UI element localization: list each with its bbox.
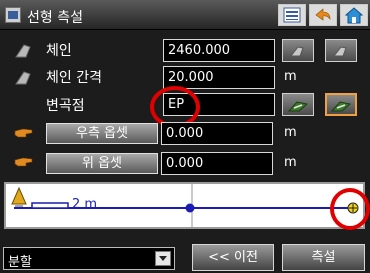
chain-interval-unit: m: [284, 69, 297, 84]
survey-pole-icon: [289, 45, 304, 56]
point-prev-button[interactable]: [282, 93, 314, 116]
survey-pole-icon: [332, 45, 347, 56]
pointing-hand-icon: [14, 154, 34, 170]
back-arrow-icon: [315, 8, 331, 21]
division-select-value: 분할: [8, 255, 32, 270]
app-icon: [5, 7, 21, 23]
chain-label: 체인: [46, 43, 72, 59]
dropdown-arrow-icon[interactable]: [155, 251, 171, 266]
up-offset-unit: m: [284, 155, 297, 170]
list-icon: [283, 7, 301, 23]
chain-interval-label: 체인 간격: [46, 70, 102, 86]
inflection-point-label: 변곡점: [46, 98, 85, 114]
road-icon: [331, 100, 351, 111]
scale-bar: [31, 202, 69, 209]
chain-decrement-button[interactable]: [282, 39, 314, 62]
station-point: [185, 203, 195, 213]
pointing-hand-icon: [14, 125, 34, 141]
road-icon: [288, 100, 308, 111]
survey-pole-icon: [14, 70, 34, 86]
inflection-point-field[interactable]: EP: [163, 93, 275, 116]
home-button[interactable]: [340, 4, 368, 26]
chain-field[interactable]: 2460.000: [163, 39, 275, 62]
division-select[interactable]: 분할: [3, 247, 175, 270]
up-offset-field[interactable]: 0.000: [161, 152, 273, 175]
survey-pole-icon: [14, 43, 34, 59]
title-bar: 선형 측설: [0, 0, 370, 30]
scale-label: 2 m: [72, 197, 98, 212]
right-offset-button[interactable]: 우측 옵셋: [46, 123, 158, 144]
up-offset-button[interactable]: 위 옵셋: [46, 153, 158, 174]
right-offset-field[interactable]: 0.000: [161, 122, 273, 145]
alignment-diagram[interactable]: 2 m: [4, 182, 365, 229]
window-title: 선형 측설: [27, 10, 83, 26]
position-marker-icon: [11, 186, 27, 205]
chain-interval-field[interactable]: 20.000: [163, 66, 275, 89]
home-icon: [345, 6, 363, 23]
list-button[interactable]: [278, 4, 306, 26]
right-offset-unit: m: [284, 125, 297, 140]
back-button[interactable]: [309, 4, 337, 26]
previous-button[interactable]: << 이전: [192, 244, 274, 271]
stakeout-button[interactable]: 측설: [282, 244, 365, 271]
point-next-button[interactable]: [325, 93, 357, 116]
chain-increment-button[interactable]: [325, 39, 357, 62]
